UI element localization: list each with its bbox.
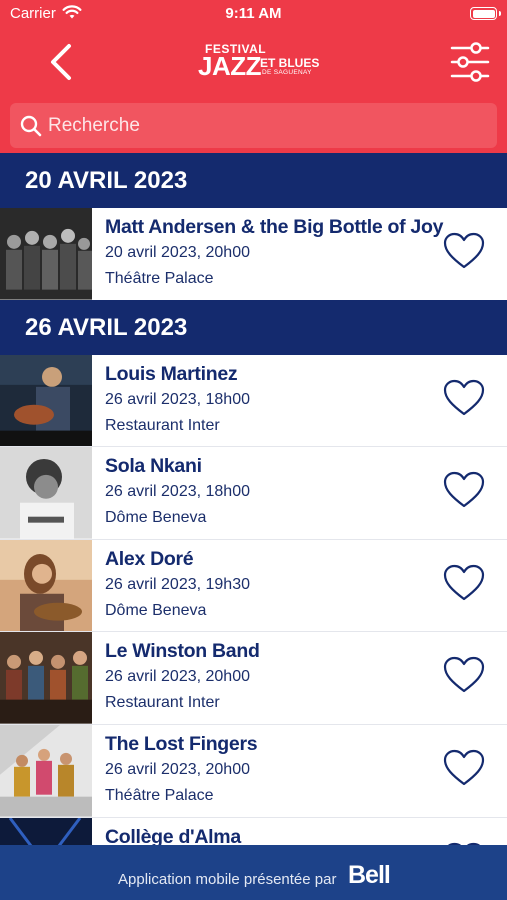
event-venue: Théâtre Palace bbox=[105, 270, 214, 287]
footer-text: Application mobile présentée par bbox=[118, 871, 337, 888]
event-title: Sola Nkani bbox=[105, 455, 202, 478]
section-header: 26 AVRIL 2023 bbox=[0, 299, 507, 355]
favorite-button[interactable] bbox=[443, 232, 485, 270]
event-thumbnail bbox=[0, 208, 92, 300]
favorite-button[interactable] bbox=[443, 749, 485, 787]
heart-outline-icon bbox=[443, 472, 485, 508]
logo-jazz: JAZZ bbox=[198, 51, 262, 81]
event-title: Louis Martinez bbox=[105, 362, 238, 385]
event-title: Matt Andersen & the Big Bottle of Joy bbox=[105, 216, 444, 238]
event-datetime: 26 avril 2023, 18h00 bbox=[105, 390, 250, 408]
event-row[interactable]: The Lost Fingers 26 avril 2023, 20h00 Th… bbox=[0, 724, 507, 817]
heart-outline-icon bbox=[443, 232, 485, 269]
event-thumbnail bbox=[0, 817, 92, 845]
event-datetime: 20 avril 2023, 20h00 bbox=[105, 244, 250, 261]
back-button[interactable] bbox=[44, 38, 80, 86]
search-placeholder: Recherche bbox=[48, 115, 140, 136]
event-venue: Restaurant Inter bbox=[105, 694, 220, 712]
sliders-icon bbox=[450, 42, 490, 82]
logo-saguenay: DE SAGUENAY bbox=[262, 69, 312, 76]
event-title: Le Winston Band bbox=[105, 640, 260, 663]
event-venue: Restaurant Inter bbox=[105, 416, 220, 434]
event-list[interactable]: 20 AVRIL 2023 Matt Andersen & the Big Bo… bbox=[0, 153, 507, 845]
event-thumbnail bbox=[0, 539, 92, 632]
heart-outline-icon bbox=[443, 749, 485, 786]
event-venue: Dôme Beneva bbox=[105, 509, 207, 527]
event-thumbnail bbox=[0, 354, 92, 447]
event-venue: Théâtre Palace bbox=[105, 786, 214, 804]
event-datetime: 26 avril 2023, 19h30 bbox=[105, 575, 250, 593]
battery-icon bbox=[470, 7, 501, 20]
status-time: 9:11 AM bbox=[225, 5, 282, 22]
event-row[interactable]: Louis Martinez 26 avril 2023, 18h00 Rest… bbox=[0, 354, 507, 447]
filter-button[interactable] bbox=[449, 42, 491, 82]
event-datetime: 26 avril 2023, 20h00 bbox=[105, 668, 250, 686]
event-datetime: 26 avril 2023, 18h00 bbox=[105, 483, 250, 501]
section-header: 20 AVRIL 2023 bbox=[0, 153, 507, 208]
status-bar: Carrier 9:11 AM bbox=[0, 0, 507, 28]
event-row[interactable]: Le Winston Band 26 avril 2023, 20h00 Res… bbox=[0, 632, 507, 724]
event-row[interactable]: Alex Doré 26 avril 2023, 19h30 Dôme Bene… bbox=[0, 539, 507, 632]
event-title: Alex Doré bbox=[105, 547, 194, 570]
favorite-button[interactable] bbox=[443, 379, 485, 417]
event-title: The Lost Fingers bbox=[105, 732, 258, 755]
favorite-button[interactable] bbox=[443, 471, 485, 509]
event-datetime: 26 avril 2023, 20h00 bbox=[105, 760, 250, 778]
event-thumbnail bbox=[0, 724, 92, 817]
favorite-button[interactable] bbox=[443, 656, 485, 694]
search-icon bbox=[20, 115, 42, 137]
heart-outline-icon bbox=[443, 379, 485, 415]
festival-logo: FESTIVAL JAZZ ET BLUES DE SAGUENAY bbox=[196, 42, 336, 82]
heart-outline-icon bbox=[443, 657, 485, 693]
logo-et-blues: ET BLUES bbox=[260, 56, 320, 70]
heart-outline-icon bbox=[443, 564, 485, 600]
bell-logo: Bell bbox=[348, 861, 391, 889]
search-input[interactable]: Recherche bbox=[10, 103, 497, 148]
chevron-left-icon bbox=[51, 44, 71, 80]
app-header: Carrier 9:11 AM FESTIVAL JAZZ ET BLUES D… bbox=[0, 0, 507, 153]
event-row[interactable]: Sola Nkani 26 avril 2023, 18h00 Dôme Ben… bbox=[0, 447, 507, 539]
event-title: Collège d'Alma bbox=[105, 825, 241, 845]
sponsor-footer: Application mobile présentée par Bell bbox=[0, 845, 507, 900]
event-venue: Dôme Beneva bbox=[105, 601, 207, 619]
favorite-button[interactable] bbox=[443, 564, 485, 602]
event-row[interactable]: Matt Andersen & the Big Bottle of Joy 20… bbox=[0, 208, 507, 300]
event-row[interactable]: Collège d'Alma bbox=[0, 817, 507, 845]
event-thumbnail bbox=[0, 447, 92, 539]
event-thumbnail bbox=[0, 632, 92, 724]
